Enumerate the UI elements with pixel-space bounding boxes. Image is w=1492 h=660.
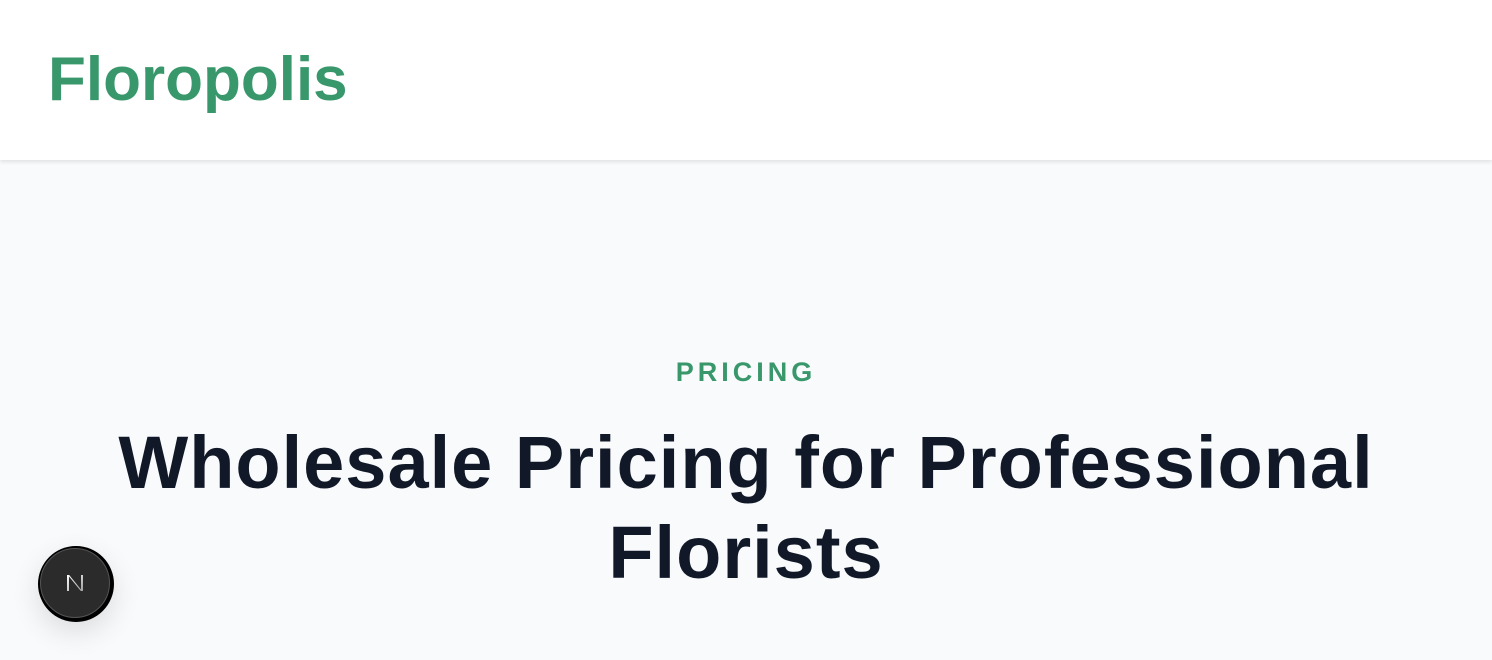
section-eyebrow: PRICING [675,357,817,387]
nextjs-logo-icon [67,575,83,591]
nextjs-dev-tools-badge [40,548,110,618]
site-header: Floropolis [0,0,1492,160]
brand-logo-link[interactable]: Floropolis [48,44,348,116]
page-title: Wholesale Pricing for Professional Flori… [118,421,1374,594]
nextjs-dev-tools-button[interactable] [38,546,114,622]
pricing-hero: PRICING Wholesale Pricing for Profession… [0,160,1492,660]
